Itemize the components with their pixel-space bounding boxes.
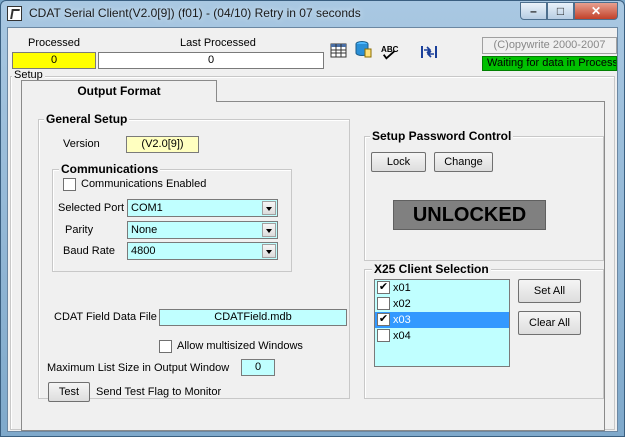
app-window: CDAT Serial Client(V2.0[9]) (f01) - (04/…: [0, 0, 625, 437]
parity-select[interactable]: None: [127, 221, 278, 239]
window-title: CDAT Serial Client(V2.0[9]) (f01) - (04/…: [29, 6, 361, 20]
lock-button[interactable]: Lock: [371, 152, 426, 172]
x25-client-label: x03: [393, 314, 411, 326]
field-data-file-input[interactable]: CDATField.mdb: [159, 309, 347, 326]
list-item[interactable]: x04: [375, 328, 509, 344]
baud-rate-value: 4800: [131, 245, 156, 257]
processed-value: 0: [12, 52, 96, 69]
communications-enabled-label: Communications Enabled: [81, 178, 207, 190]
password-control-title: Setup Password Control: [370, 129, 514, 143]
baud-rate-select[interactable]: 4800: [127, 242, 278, 260]
selected-port-select[interactable]: COM1: [127, 199, 278, 217]
processed-label: Processed: [28, 37, 80, 49]
version-label: Version: [63, 138, 100, 150]
x25-client-label: x04: [393, 330, 411, 342]
max-list-size-input[interactable]: 0: [241, 359, 275, 376]
caption-buttons: – □ ✕: [520, 2, 618, 20]
x25-client-checkbox[interactable]: [377, 297, 390, 310]
test-description: Send Test Flag to Monitor: [96, 386, 222, 398]
change-button[interactable]: Change: [434, 152, 493, 172]
compress-icon[interactable]: [420, 43, 438, 61]
set-all-button[interactable]: Set All: [518, 279, 581, 303]
selected-port-label: Selected Port: [58, 202, 125, 214]
multisized-windows-checkbox[interactable]: [159, 340, 172, 353]
app-icon[interactable]: [7, 6, 22, 21]
lock-status: UNLOCKED: [393, 200, 546, 230]
list-item[interactable]: x02: [375, 296, 509, 312]
list-item[interactable]: ✔ x03: [375, 312, 509, 328]
tab-output-format[interactable]: Output Format: [21, 80, 217, 102]
x25-client-label: x01: [393, 282, 411, 294]
x25-client-list[interactable]: ✔ x01 x02 ✔ x03 x04: [374, 279, 510, 367]
list-item[interactable]: ✔ x01: [375, 280, 509, 296]
multisized-windows-label: Allow multisized Windows: [177, 340, 303, 352]
chevron-down-icon[interactable]: [262, 223, 276, 237]
close-icon: ✕: [590, 4, 602, 18]
copyright-box: (C)opywrite 2000-2007: [482, 37, 617, 54]
clear-all-button[interactable]: Clear All: [518, 311, 581, 335]
max-list-size-label: Maximum List Size in Output Window: [47, 362, 230, 374]
minimize-icon: –: [530, 4, 537, 18]
last-processed-value: 0: [98, 52, 324, 69]
parity-value: None: [131, 224, 158, 236]
maximize-icon: □: [556, 4, 565, 18]
spell-check-icon[interactable]: ABC: [381, 43, 399, 61]
parity-label: Parity: [65, 224, 94, 236]
grid-icon[interactable]: [330, 42, 348, 60]
maximize-button[interactable]: □: [547, 2, 574, 20]
x25-client-checkbox[interactable]: [377, 329, 390, 342]
database-icon[interactable]: [354, 40, 372, 58]
chevron-down-icon[interactable]: [262, 201, 276, 215]
client-area: Processed 0 Last Processed 0 ABC (C)opyw…: [7, 27, 618, 432]
field-data-file-label: CDAT Field Data File: [54, 311, 157, 323]
general-setup-title: General Setup: [44, 112, 130, 126]
svg-text:ABC: ABC: [381, 45, 399, 54]
version-value: (V2.0[9]): [126, 136, 199, 153]
x25-client-label: x02: [393, 298, 411, 310]
selected-port-value: COM1: [131, 202, 163, 214]
last-processed-label: Last Processed: [180, 37, 256, 49]
close-button[interactable]: ✕: [574, 2, 618, 20]
x25-client-checkbox[interactable]: ✔: [377, 313, 390, 326]
minimize-button[interactable]: –: [520, 2, 547, 20]
communications-title: Communications: [59, 162, 161, 176]
x25-client-checkbox[interactable]: ✔: [377, 281, 390, 294]
test-button[interactable]: Test: [48, 382, 90, 402]
status-badge: Waiting for data in ProcessIt: [482, 56, 617, 71]
communications-enabled-checkbox[interactable]: [63, 178, 76, 191]
baud-rate-label: Baud Rate: [63, 245, 115, 257]
x25-client-title: X25 Client Selection: [372, 262, 491, 276]
title-bar[interactable]: CDAT Serial Client(V2.0[9]) (f01) - (04/…: [1, 1, 624, 27]
chevron-down-icon[interactable]: [262, 244, 276, 258]
